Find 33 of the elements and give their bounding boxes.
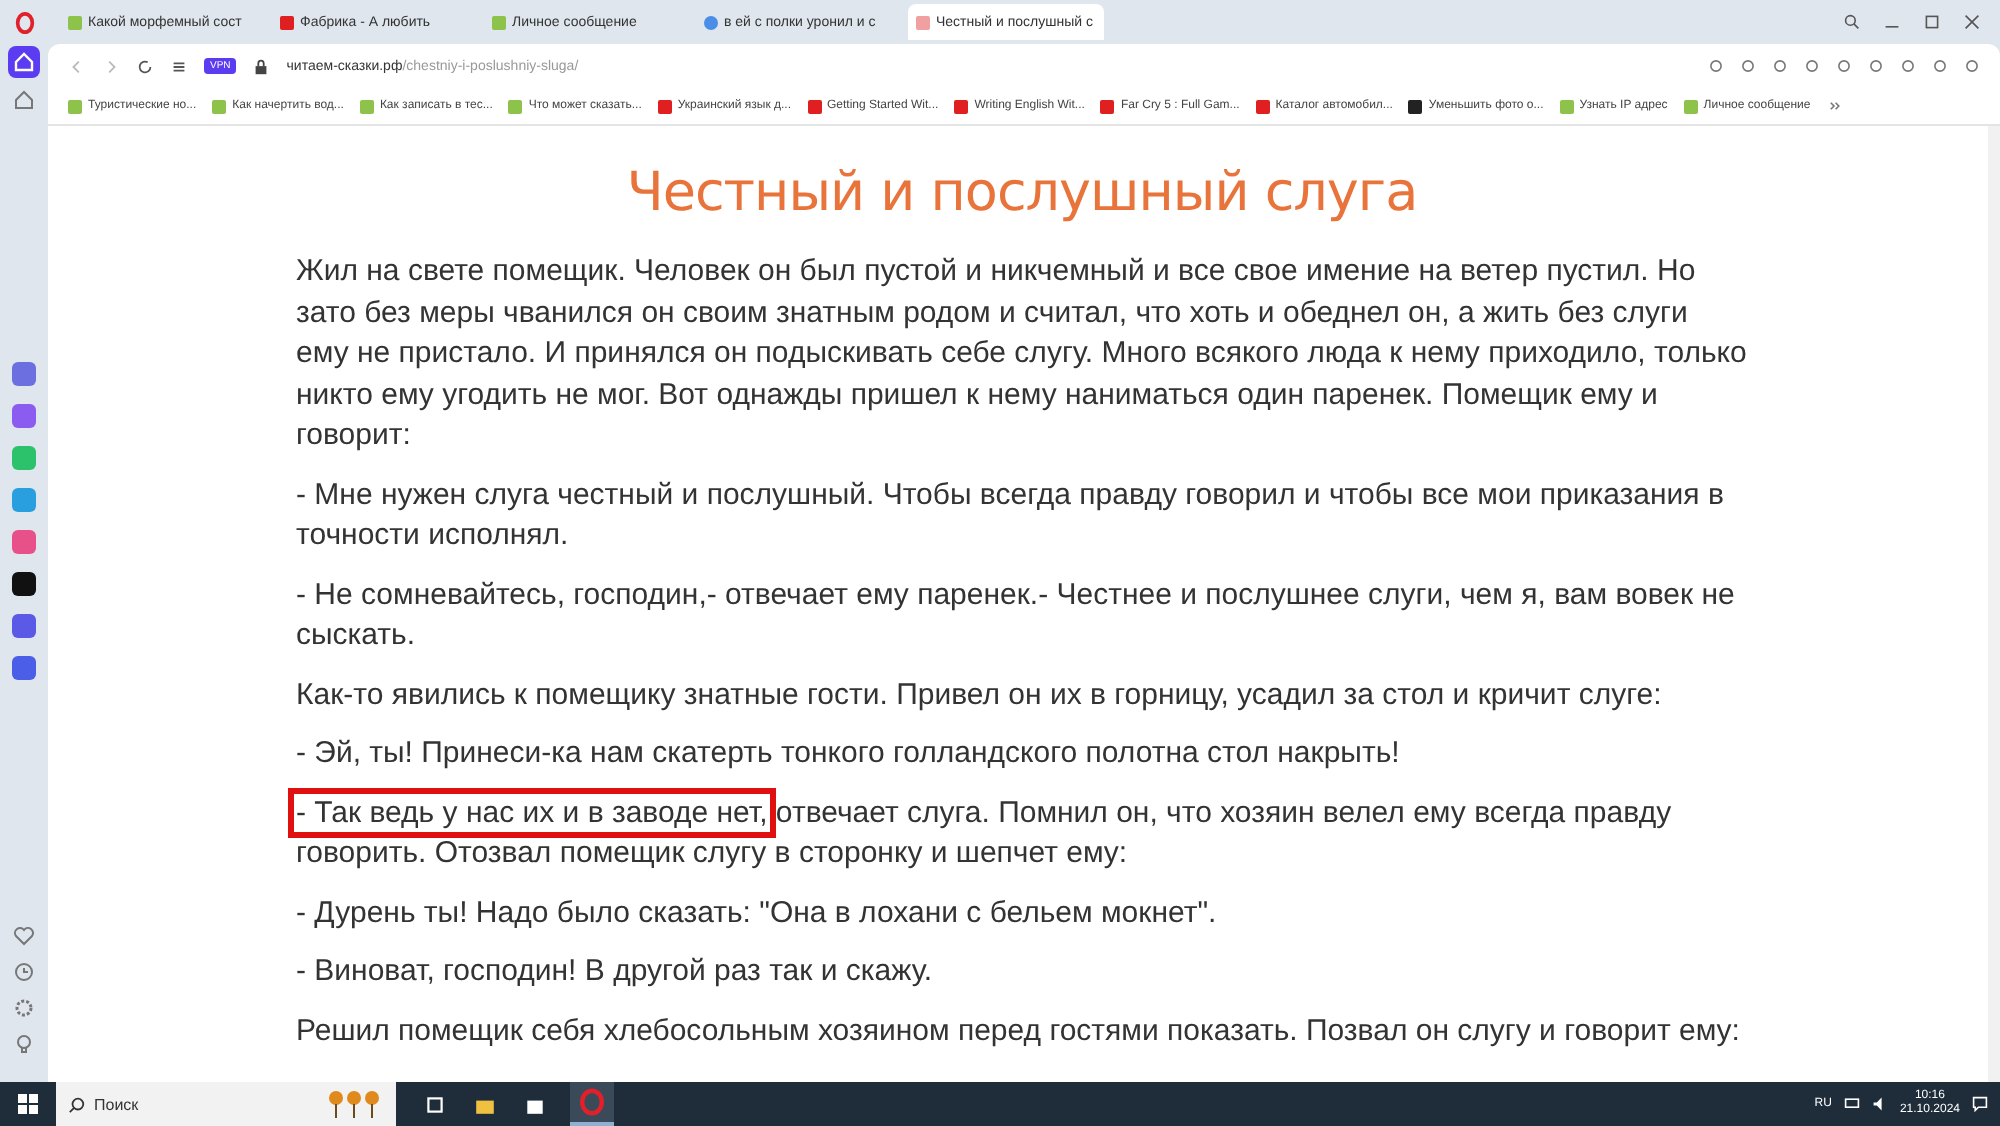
search-icon — [68, 1095, 86, 1113]
article-title: Честный и послушный слуга — [624, 162, 1420, 224]
paragraph-text: - Виноват, господин! В другой раз так и скажу. — [296, 952, 935, 992]
task-view-icon[interactable] — [424, 1093, 446, 1115]
paragraph-text: Жил на свете помещик. Человек он был пустой и никчемный и все свое имение на ветер пустил. Но зато без меры чванился он своим знатным родом и считал, что хоть и обеднел он, а жить без слуги ему не пристало. И принялся он подыскивать себе слугу. Много всякого люда к нему приходило, только никто ему угодить не мог. Вот однажды пришел к нему наниматься один паренек. Помещик ему и говорит: — [296, 252, 1748, 456]
paragraph-text: Решил помещик себя хлебосольным хозяином перед гостями показать. Позвал он слугу и говорит ему: — [296, 1011, 1742, 1051]
trees-drawing — [324, 1088, 384, 1120]
sidebar-app-icon[interactable] — [12, 572, 36, 596]
opera-taskbar-icon[interactable] — [570, 1082, 614, 1126]
home-outline-icon[interactable] — [14, 90, 34, 110]
paragraph-text: - Мне нужен слуга честный и послушный. Чтобы всегда правду говорил и чтобы все мои приказания в точности исполнял. — [296, 475, 1726, 556]
settings-icon[interactable] — [14, 998, 34, 1018]
paragraph-text: - Эй, ты! Принеси-ка нам скатерть тонкого голландского полотна стол накрыть! — [296, 734, 1402, 774]
windows-start-icon[interactable] — [18, 1094, 38, 1114]
clock-icon[interactable] — [14, 962, 34, 982]
more-icon[interactable] — [1826, 98, 1843, 114]
heart-icon[interactable] — [14, 926, 34, 946]
paragraph-text: Как-то явились к помещику знатные гости. Привел он их в горницу, усадил за стол и кричит слуге: — [296, 675, 1664, 715]
lock-icon — [252, 57, 271, 75]
reload-icon[interactable] — [136, 57, 154, 75]
lightbulb-icon[interactable] — [14, 1034, 34, 1054]
paragraph-text: - Дурень ты! Надо было сказать: "Она в лохани с бельем мокнет". — [296, 893, 1219, 933]
opera-logo-icon[interactable] — [13, 12, 35, 34]
paragraph-text: - Не сомневайтесь, господин,- отвечает ему паренек.- Честнее и послушнее слуги, чем я, вам вовек не сыскать. — [296, 575, 1737, 656]
search-icon[interactable] — [1844, 14, 1860, 30]
network-icon[interactable] — [1843, 1096, 1860, 1112]
notification-icon[interactable] — [1972, 1096, 1988, 1112]
taskbar-search-field[interactable]: Поиск — [56, 1082, 396, 1126]
maximize-icon[interactable] — [1924, 14, 1940, 30]
tiles-icon[interactable] — [170, 57, 188, 75]
home-button[interactable] — [8, 46, 40, 78]
volume-icon[interactable] — [1871, 1096, 1888, 1112]
close-icon[interactable] — [1964, 14, 1980, 30]
